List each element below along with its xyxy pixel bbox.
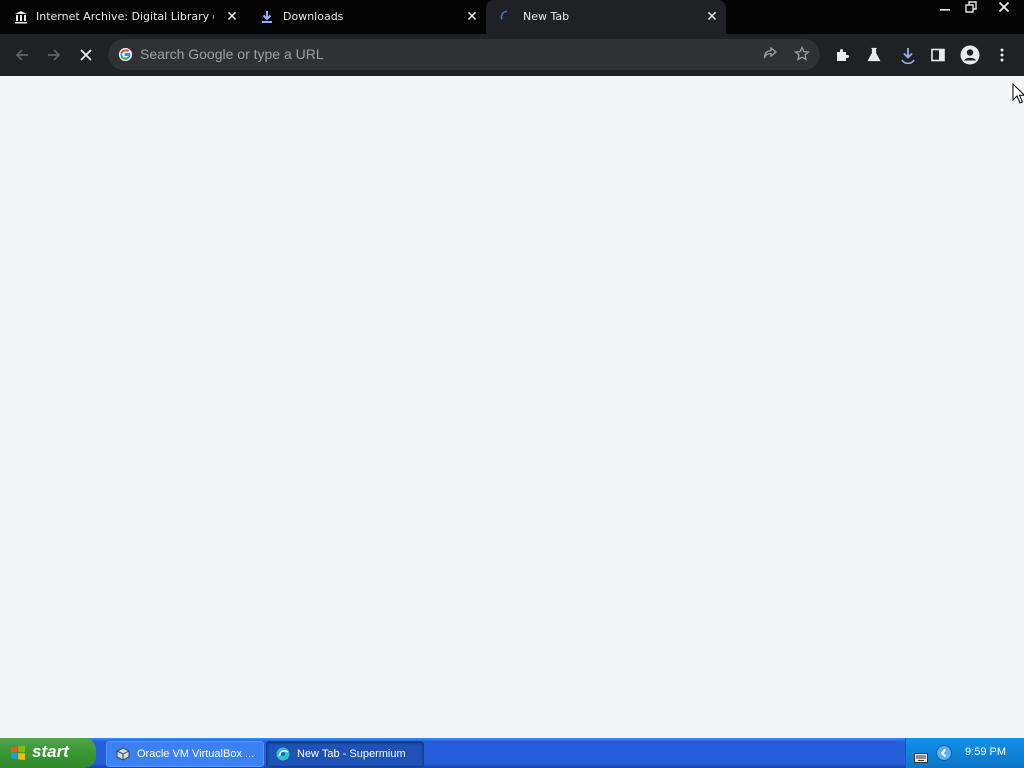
tab-title: Internet Archive: Digital Library of F — [36, 10, 214, 23]
supermium-icon — [275, 746, 291, 762]
mouse-cursor-icon — [1012, 83, 1024, 104]
kebab-menu-icon — [1000, 48, 1004, 62]
taskbar-button-supermium[interactable]: New Tab - Supermium — [266, 741, 424, 767]
browser-toolbar — [0, 34, 1024, 76]
side-panel-icon — [931, 48, 945, 62]
taskbar-clock: 9:59 PM — [965, 746, 1006, 758]
taskbar: start Oracle VM VirtualBox ... New Tab -… — [0, 738, 1024, 768]
start-button[interactable]: start — [0, 738, 96, 768]
forward-button[interactable] — [42, 43, 66, 67]
taskbar-button-label: New Tab - Supermium — [297, 748, 406, 760]
tab-close-icon[interactable]: ✕ — [704, 9, 720, 25]
google-icon — [118, 47, 133, 62]
tab-new-tab[interactable]: New Tab ✕ — [486, 0, 726, 34]
loading-spinner-icon — [500, 10, 514, 24]
tab-close-icon[interactable]: ✕ — [464, 9, 480, 25]
omnibox[interactable] — [108, 39, 820, 70]
address-input[interactable] — [140, 43, 740, 65]
windows-flag-icon — [10, 745, 26, 761]
minimize-button[interactable] — [932, 0, 958, 18]
virtualbox-icon — [115, 746, 131, 762]
tab-internet-archive[interactable]: Internet Archive: Digital Library of F ✕ — [0, 0, 242, 34]
restore-button[interactable] — [958, 0, 984, 18]
close-icon — [80, 49, 92, 61]
bookmark-star-button[interactable] — [790, 42, 814, 66]
start-label: start — [32, 742, 69, 761]
tab-downloads[interactable]: Downloads ✕ — [244, 0, 484, 34]
tray-expand-icon[interactable] — [936, 745, 952, 765]
page-content — [0, 76, 1024, 738]
extensions-button[interactable] — [830, 43, 854, 67]
taskbar-button-virtualbox[interactable]: Oracle VM VirtualBox ... — [106, 741, 264, 767]
tab-strip: Internet Archive: Digital Library of F ✕… — [0, 0, 1024, 34]
keyboard-icon[interactable] — [914, 748, 928, 767]
profile-button[interactable] — [958, 43, 982, 67]
share-icon — [763, 46, 778, 59]
star-icon — [794, 46, 810, 61]
back-arrow-icon — [15, 49, 28, 61]
taskbar-button-label: Oracle VM VirtualBox ... — [137, 748, 255, 760]
stop-loading-button[interactable] — [74, 43, 98, 67]
tab-title: New Tab — [523, 10, 570, 23]
tab-title: Downloads — [283, 10, 344, 23]
system-tray: 9:59 PM — [905, 738, 1024, 768]
share-button[interactable] — [758, 42, 782, 66]
tab-close-icon[interactable]: ✕ — [224, 9, 240, 25]
menu-button[interactable] — [990, 43, 1014, 67]
downloads-toolbar-button[interactable] — [896, 43, 920, 67]
download-icon — [260, 10, 274, 24]
labs-button[interactable] — [862, 43, 886, 67]
close-window-button[interactable] — [984, 0, 1024, 18]
back-button[interactable] — [10, 43, 34, 67]
window-controls — [932, 0, 1024, 18]
side-panel-button[interactable] — [926, 43, 950, 67]
avatar-icon — [960, 45, 980, 65]
institution-icon — [14, 10, 28, 24]
flask-icon — [867, 47, 881, 62]
download-progress-icon — [901, 48, 915, 64]
forward-arrow-icon — [48, 49, 61, 61]
puzzle-icon — [837, 49, 849, 61]
